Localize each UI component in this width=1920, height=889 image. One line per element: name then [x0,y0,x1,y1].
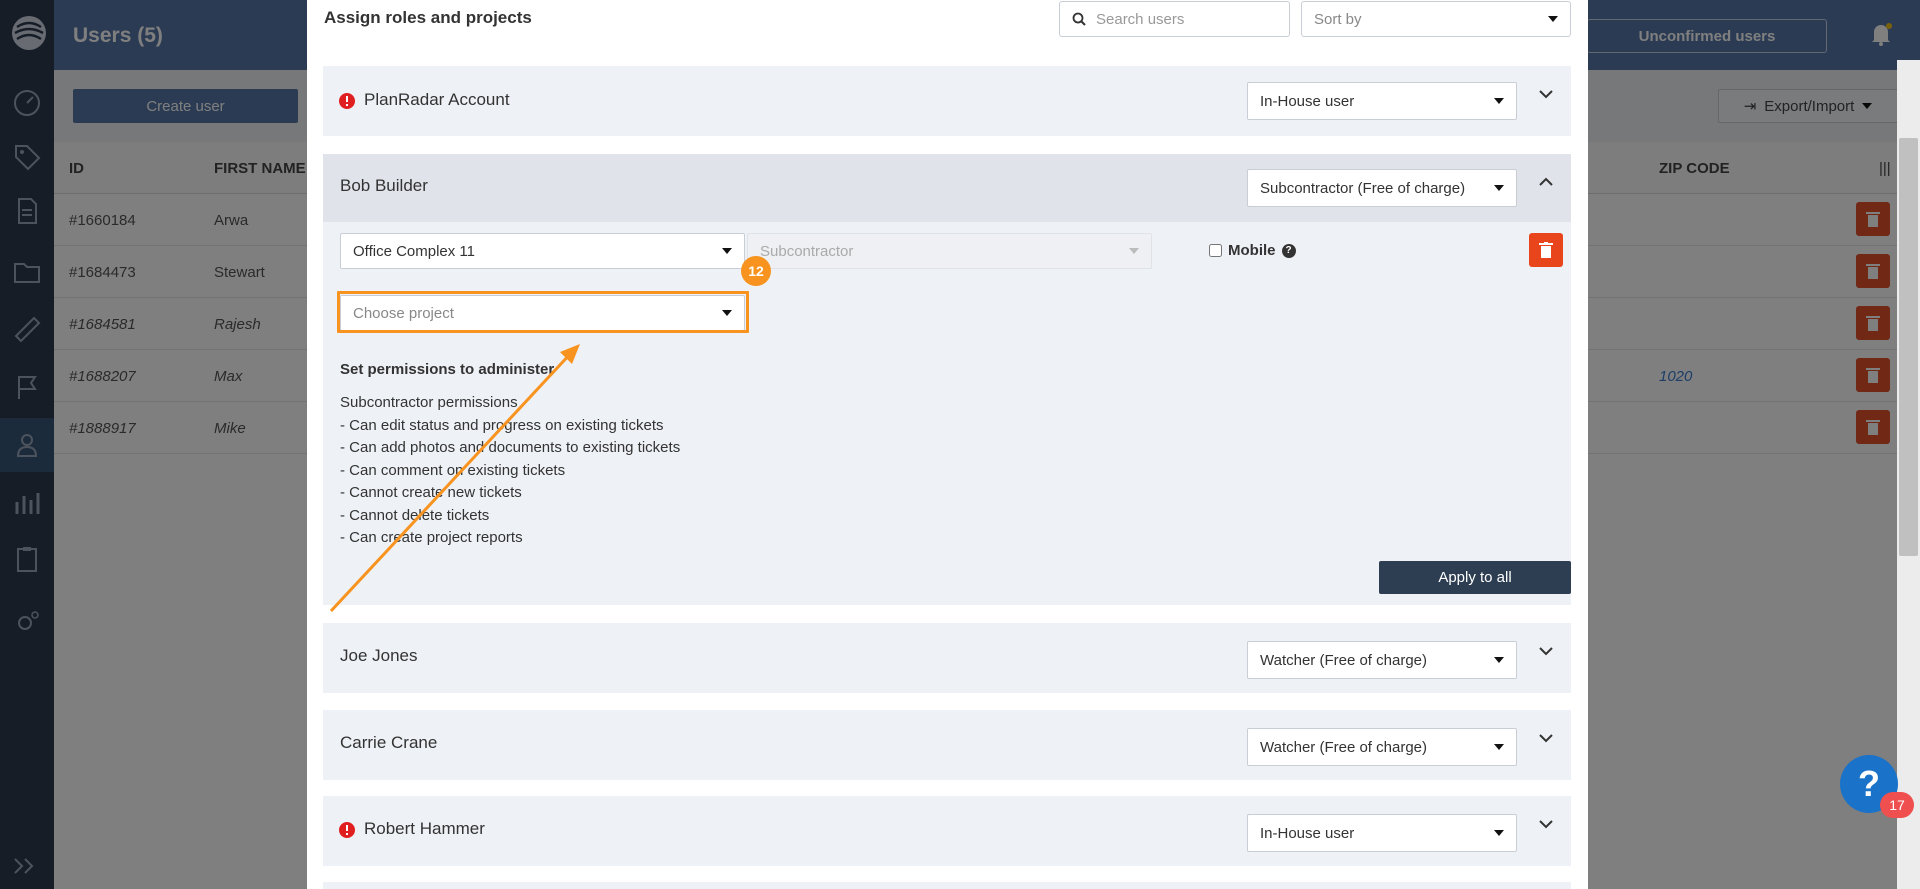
mobile-checkbox[interactable] [1209,244,1222,257]
next-user-row-partial [323,882,1571,889]
chevron-down-icon [1494,744,1504,750]
expand-chevron-icon[interactable] [1538,818,1554,830]
role-value: In-House user [1260,824,1355,842]
mobile-label: Mobile [1228,242,1276,259]
permissions-title: Set permissions to administer [340,361,555,378]
role-value: Watcher (Free of charge) [1260,738,1427,756]
permission-item: - Can add photos and documents to existi… [340,439,681,456]
expand-chevron-icon[interactable] [1538,645,1554,657]
scrollbar-thumb[interactable] [1899,138,1918,556]
permission-item: - Cannot create new tickets [340,484,522,501]
sort-by-label: Sort by [1314,10,1362,28]
permission-item: Subcontractor permissions [340,394,518,411]
permissions-list: Subcontractor permissions - Can edit sta… [340,392,680,550]
permission-item: - Cannot delete tickets [340,506,490,524]
search-users-input[interactable] [1096,10,1276,28]
warning-icon [339,822,355,838]
warning-icon [339,93,355,109]
chevron-down-icon [1494,98,1504,104]
expand-chevron-icon[interactable] [1538,88,1554,100]
project-role-placeholder: Subcontractor [760,242,854,260]
search-icon [1072,12,1086,26]
role-value: Watcher (Free of charge) [1260,651,1427,669]
role-select[interactable]: Watcher (Free of charge) [1247,728,1517,766]
user-name: PlanRadar Account [364,90,510,109]
user-name: Joe Jones [340,646,418,665]
chevron-down-icon [1548,16,1558,22]
search-users-field[interactable] [1059,1,1290,37]
modal-title: Assign roles and projects [324,8,532,27]
chevron-down-icon [1494,830,1504,836]
assign-roles-modal: Assign roles and projects Sort by PlanRa… [307,0,1588,889]
chevron-down-icon [1129,248,1139,254]
sort-by-select[interactable]: Sort by [1301,1,1571,37]
user-name: Carrie Crane [340,733,438,752]
project-role-select: Subcontractor [747,233,1152,269]
role-select[interactable]: Subcontractor (Free of charge) [1247,169,1517,207]
user-name: Bob Builder [340,176,428,195]
chevron-down-icon [1494,185,1504,191]
chevron-down-icon [1494,657,1504,663]
chevron-down-icon [722,248,732,254]
role-value: In-House user [1260,92,1355,110]
role-select[interactable]: Watcher (Free of charge) [1247,641,1517,679]
apply-to-all-button[interactable]: Apply to all [1379,561,1571,594]
expand-chevron-icon[interactable] [1538,732,1554,744]
permission-item: - Can edit status and progress on existi… [340,416,664,434]
user-row-bob-builder[interactable]: Bob Builder Subcontractor (Free of charg… [323,154,1571,222]
page-scrollbar[interactable] [1897,60,1920,889]
notification-badge: 17 [1880,792,1914,818]
permission-item: - Can create project reports [340,529,523,546]
role-select[interactable]: In-House user [1247,82,1517,120]
permission-item: - Can comment on existing tickets [340,461,566,479]
tutorial-step-badge: 12 [741,256,771,286]
delete-project-button[interactable] [1529,233,1563,267]
help-icon[interactable]: ? [1281,243,1296,258]
help-question-icon: ? [1858,763,1880,804]
user-name: Robert Hammer [364,819,485,838]
collapse-chevron-icon[interactable] [1538,176,1554,188]
user-panel-bob-builder: Bob Builder Subcontractor (Free of charg… [323,154,1571,605]
user-row-joe-jones[interactable]: Joe Jones Watcher (Free of charge) [323,623,1571,693]
trash-icon [1539,242,1553,258]
mobile-toggle[interactable]: Mobile ? [1209,242,1296,259]
project-select[interactable]: Office Complex 11 [340,233,745,269]
role-value: Subcontractor (Free of charge) [1260,179,1466,197]
project-value: Office Complex 11 [353,242,475,260]
role-select[interactable]: In-House user [1247,814,1517,852]
tutorial-highlight-box [337,291,749,333]
user-row-carrie-crane[interactable]: Carrie Crane Watcher (Free of charge) [323,710,1571,780]
user-row-planradar-account[interactable]: PlanRadar Account In-House user [323,66,1571,136]
user-row-robert-hammer[interactable]: Robert Hammer In-House user [323,796,1571,866]
